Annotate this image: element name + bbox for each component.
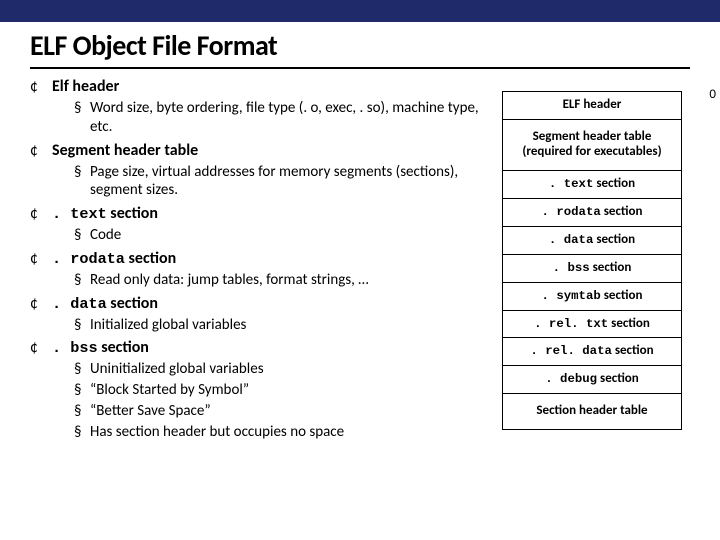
- heading-mono: . text: [52, 205, 107, 223]
- diagram-row-mono: . rodata: [542, 205, 601, 219]
- diagram-row: . debug section: [503, 366, 681, 394]
- sub-bullet: “Block Started by Symbol”: [74, 381, 490, 400]
- heading-text: Elf header: [52, 77, 119, 96]
- diagram-row: . symtab section: [503, 283, 681, 311]
- diagram-row-mono: . text: [549, 177, 593, 191]
- diagram-row-text: Segment header table (required for execu…: [522, 129, 661, 159]
- bullet-item: Elf header Word size, byte ordering, file…: [30, 77, 490, 137]
- diagram-row-post: section: [601, 288, 643, 303]
- diagram-row-post: section: [593, 176, 635, 191]
- sub-bullet: Initialized global variables: [74, 316, 490, 335]
- diagram-row-mono: . rel. txt: [534, 317, 608, 331]
- content-area: Elf header Word size, byte ordering, file…: [0, 77, 720, 445]
- top-bar: [0, 0, 720, 22]
- diagram-row-mono: . bss: [553, 261, 590, 275]
- diagram-row: ELF header: [503, 92, 681, 120]
- sub-bullet: Page size, virtual addresses for memory …: [74, 163, 490, 201]
- diagram-row: . text section: [503, 171, 681, 199]
- bullet-heading: Elf header: [30, 77, 490, 97]
- heading-mono: . bss: [52, 339, 98, 357]
- diagram-row-post: section: [601, 204, 643, 219]
- diagram-row-text: Section header table: [536, 403, 647, 418]
- offset-zero-label: 0: [709, 87, 716, 102]
- heading-post: section: [125, 249, 176, 268]
- bullet-item: . bss section Uninitialized global variab…: [30, 338, 490, 441]
- heading-post: section: [98, 338, 149, 357]
- diagram-row-mono: . rel. data: [530, 344, 611, 358]
- heading-post: section: [107, 204, 158, 223]
- diagram-row-post: section: [597, 371, 639, 386]
- bullet-item: Segment header table Page size, virtual a…: [30, 141, 490, 201]
- sub-bullet: Uninitialized global variables: [74, 360, 490, 379]
- bullet-heading: . data section: [30, 294, 490, 314]
- diagram-row: . data section: [503, 227, 681, 255]
- diagram-row-post: section: [612, 343, 654, 358]
- diagram-row: . bss section: [503, 255, 681, 283]
- page-title: ELF Object File Format: [0, 22, 720, 65]
- diagram-row-mono: . debug: [545, 372, 597, 386]
- sub-bullet: “Better Save Space”: [74, 402, 490, 421]
- elf-layout-diagram: ELF header Segment header table (required…: [502, 91, 682, 430]
- heading-text: Segment header table: [52, 141, 198, 160]
- diagram-row: Segment header table (required for execu…: [503, 120, 681, 171]
- diagram-row: . rel. data section: [503, 338, 681, 366]
- bullet-heading: . text section: [30, 204, 490, 224]
- sub-bullet: Code: [74, 226, 490, 245]
- bullet-heading: . rodata section: [30, 249, 490, 269]
- sub-bullet: Has section header but occupies no space: [74, 423, 490, 442]
- diagram-row-post: section: [593, 232, 635, 247]
- diagram-row: . rodata section: [503, 199, 681, 227]
- diagram-row-post: section: [608, 316, 650, 331]
- bullet-item: . rodata section Read only data: jump tab…: [30, 249, 490, 290]
- diagram-row-mono: . symtab: [542, 289, 601, 303]
- diagram-row-post: section: [590, 260, 632, 275]
- bullet-heading: . bss section: [30, 338, 490, 358]
- diagram-row-text: ELF header: [563, 97, 622, 112]
- bullet-heading: Segment header table: [30, 141, 490, 161]
- bullet-item: . text section Code: [30, 204, 490, 245]
- heading-mono: . data: [52, 295, 107, 313]
- sub-bullet: Read only data: jump tables, format stri…: [74, 271, 490, 290]
- diagram-row-mono: . data: [549, 233, 593, 247]
- diagram-row: Section header table: [503, 394, 681, 429]
- bullet-column: Elf header Word size, byte ordering, file…: [30, 77, 502, 445]
- heading-mono: . rodata: [52, 250, 125, 268]
- diagram-row: . rel. txt section: [503, 311, 681, 339]
- bullet-item: . data section Initialized global variabl…: [30, 294, 490, 335]
- sub-bullet: Word size, byte ordering, file type (. o…: [74, 99, 490, 137]
- title-rule: [30, 67, 690, 69]
- diagram-column: 0 ELF headerSegment header table (requir…: [502, 77, 702, 445]
- heading-post: section: [107, 294, 158, 313]
